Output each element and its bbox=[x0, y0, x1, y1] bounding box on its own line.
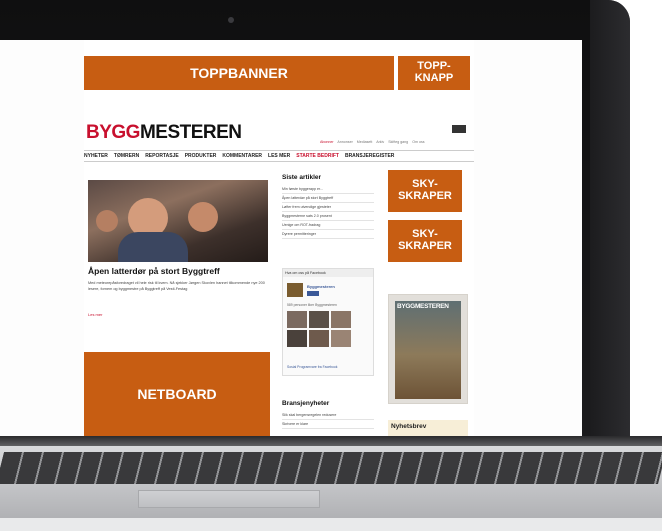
avatar[interactable] bbox=[309, 311, 329, 328]
top-nav-item[interactable]: Arkiv bbox=[376, 140, 384, 144]
logo-accent: BYGG bbox=[86, 122, 140, 143]
facebook-widget: Hva om oss på Facebook Byggmesteren 589 … bbox=[282, 268, 374, 376]
avatar[interactable] bbox=[331, 311, 351, 328]
newsletter-box[interactable]: Nyhetsbrev bbox=[388, 420, 468, 436]
featured-article-image[interactable] bbox=[88, 180, 268, 262]
photo-person bbox=[96, 210, 118, 232]
top-nav-item[interactable]: Om oss bbox=[412, 140, 424, 144]
laptop-screen: TOPPBANNER TOPP- KNAPP BYGGMESTEREN Abon… bbox=[0, 40, 582, 436]
ad-toppknapp[interactable]: TOPP- KNAPP bbox=[398, 56, 470, 90]
list-item[interactable]: Åpen latterdør på stort Byggtreff bbox=[282, 194, 374, 203]
search-button[interactable] bbox=[452, 125, 466, 133]
magazine-cover-image: BYGGMESTEREN bbox=[395, 301, 461, 399]
nav-item-produkter[interactable]: PRODUKTER bbox=[185, 153, 217, 159]
magazine-cover[interactable]: BYGGMESTEREN bbox=[388, 294, 468, 404]
facebook-page-name[interactable]: Byggmesteren bbox=[307, 284, 335, 289]
facebook-footer[interactable]: Sosial Programvare fra Facebook bbox=[287, 365, 338, 369]
facebook-fans-text: 589 personer liker Byggmesteren bbox=[287, 303, 337, 307]
avatar[interactable] bbox=[309, 330, 329, 347]
featured-headline[interactable]: Åpen latterdør på stort Byggtreff bbox=[88, 266, 272, 276]
facebook-fan-faces bbox=[287, 311, 351, 347]
like-button[interactable] bbox=[307, 291, 319, 296]
nav-item-tomrern[interactable]: TØMRERN bbox=[114, 153, 139, 159]
top-nav: Abonner Annonser Mediasett Arkiv Skifteg… bbox=[320, 140, 428, 144]
laptop-trackpad bbox=[138, 490, 320, 508]
laptop-lip bbox=[0, 518, 662, 531]
camera-icon bbox=[228, 17, 234, 23]
top-nav-item[interactable]: Skifteg gang bbox=[388, 140, 408, 144]
nav-item-bransjeregister[interactable]: BRANSJEREGISTER bbox=[345, 153, 394, 159]
nav-item-les-mer[interactable]: LES MER bbox=[268, 153, 290, 159]
list-item[interactable]: Min første byggerapp er... bbox=[282, 185, 374, 194]
list-item[interactable]: Slik skal bergensregelen redusere bbox=[282, 411, 374, 420]
logo-rest: MESTEREN bbox=[139, 122, 242, 143]
avatar[interactable] bbox=[287, 330, 307, 347]
latest-articles-title: Siste artikler bbox=[282, 174, 322, 181]
facebook-widget-header: Hva om oss på Facebook bbox=[283, 269, 373, 277]
list-item[interactable]: Byggmesterne sats 2.0 prosent bbox=[282, 212, 374, 221]
read-more-link[interactable]: Les mer bbox=[88, 312, 102, 317]
list-item[interactable]: Uenige om ROT-fradrag bbox=[282, 221, 374, 230]
list-item[interactable]: Dyrere permitteringer bbox=[282, 230, 374, 239]
top-nav-item[interactable]: Annonser bbox=[337, 140, 352, 144]
site-logo[interactable]: BYGGMESTEREN bbox=[86, 122, 242, 144]
ad-netboard[interactable]: NETBOARD bbox=[84, 352, 270, 436]
ad-toppbanner[interactable]: TOPPBANNER bbox=[84, 56, 394, 90]
photo-person bbox=[188, 202, 218, 232]
list-item[interactable]: Løfter frem utvendige gjesteter bbox=[282, 203, 374, 212]
photo-shirt bbox=[118, 232, 188, 262]
latest-articles: Siste artikler Min første byggerapp er..… bbox=[282, 174, 374, 239]
featured-lead: Med meteorepåsforedraget vil hele risk t… bbox=[88, 281, 265, 292]
industry-news: Bransjenyheter Slik skal bergensregelen … bbox=[282, 400, 374, 429]
nav-item-reportasje[interactable]: REPORTASJE bbox=[145, 153, 179, 159]
website-page: TOPPBANNER TOPP- KNAPP BYGGMESTEREN Abon… bbox=[84, 40, 474, 436]
avatar[interactable] bbox=[287, 311, 307, 328]
avatar[interactable] bbox=[331, 330, 351, 347]
industry-news-title: Bransjenyheter bbox=[282, 400, 330, 407]
ad-skyskraper-2[interactable]: SKY- SKRAPER bbox=[388, 220, 462, 262]
list-item[interactable]: Skrivere er klare bbox=[282, 420, 374, 429]
top-nav-item[interactable]: Abonner bbox=[320, 140, 334, 144]
magazine-cover-title: BYGGMESTEREN bbox=[397, 303, 449, 310]
nav-item-starte-bedrift[interactable]: STARTE BEDRIFT bbox=[296, 153, 339, 159]
nav-item-kommentarer[interactable]: KOMMENTARER bbox=[222, 153, 262, 159]
ad-skyskraper-1[interactable]: SKY- SKRAPER bbox=[388, 170, 462, 212]
top-nav-item[interactable]: Mediasett bbox=[357, 140, 373, 144]
laptop-keyboard bbox=[0, 452, 662, 484]
main-nav: NYHETER TØMRERN REPORTASJE PRODUKTER KOM… bbox=[84, 150, 474, 162]
nav-item-nyheter[interactable]: NYHETER bbox=[84, 153, 108, 159]
page-avatar[interactable] bbox=[287, 283, 303, 297]
